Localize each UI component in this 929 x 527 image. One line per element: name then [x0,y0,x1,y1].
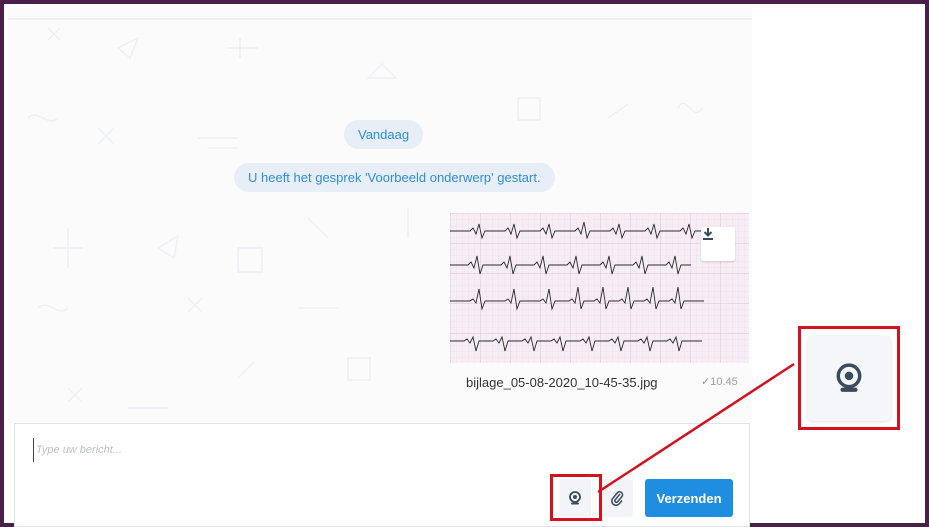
paperclip-icon [611,491,624,506]
webcam-button-enlarged [807,335,891,421]
attachment-timestamp: ✓10.45 [701,376,738,388]
message-composer: Verzenden [14,423,750,527]
download-icon [703,228,713,240]
date-separator: Vandaag [344,120,424,149]
webcam-icon [836,363,862,392]
attach-file-button[interactable] [601,479,633,517]
webcam-icon [569,491,581,505]
message-input[interactable] [33,438,633,462]
send-button[interactable]: Verzenden [645,479,733,517]
webcam-button[interactable] [559,479,591,517]
app-frame: Vandaag U heeft het gesprek 'Voorbeeld o… [0,0,929,527]
ecg-image-attachment[interactable] [450,213,749,363]
system-message: U heeft het gesprek 'Voorbeeld onderwerp… [234,163,555,192]
download-button[interactable] [701,227,735,261]
webcam-zoom-callout [798,326,900,430]
chat-message-area: Vandaag U heeft het gesprek 'Voorbeeld o… [8,8,752,423]
attachment-file-name[interactable]: bijlage_05-08-2020_10-45-35.jpg [466,375,658,390]
